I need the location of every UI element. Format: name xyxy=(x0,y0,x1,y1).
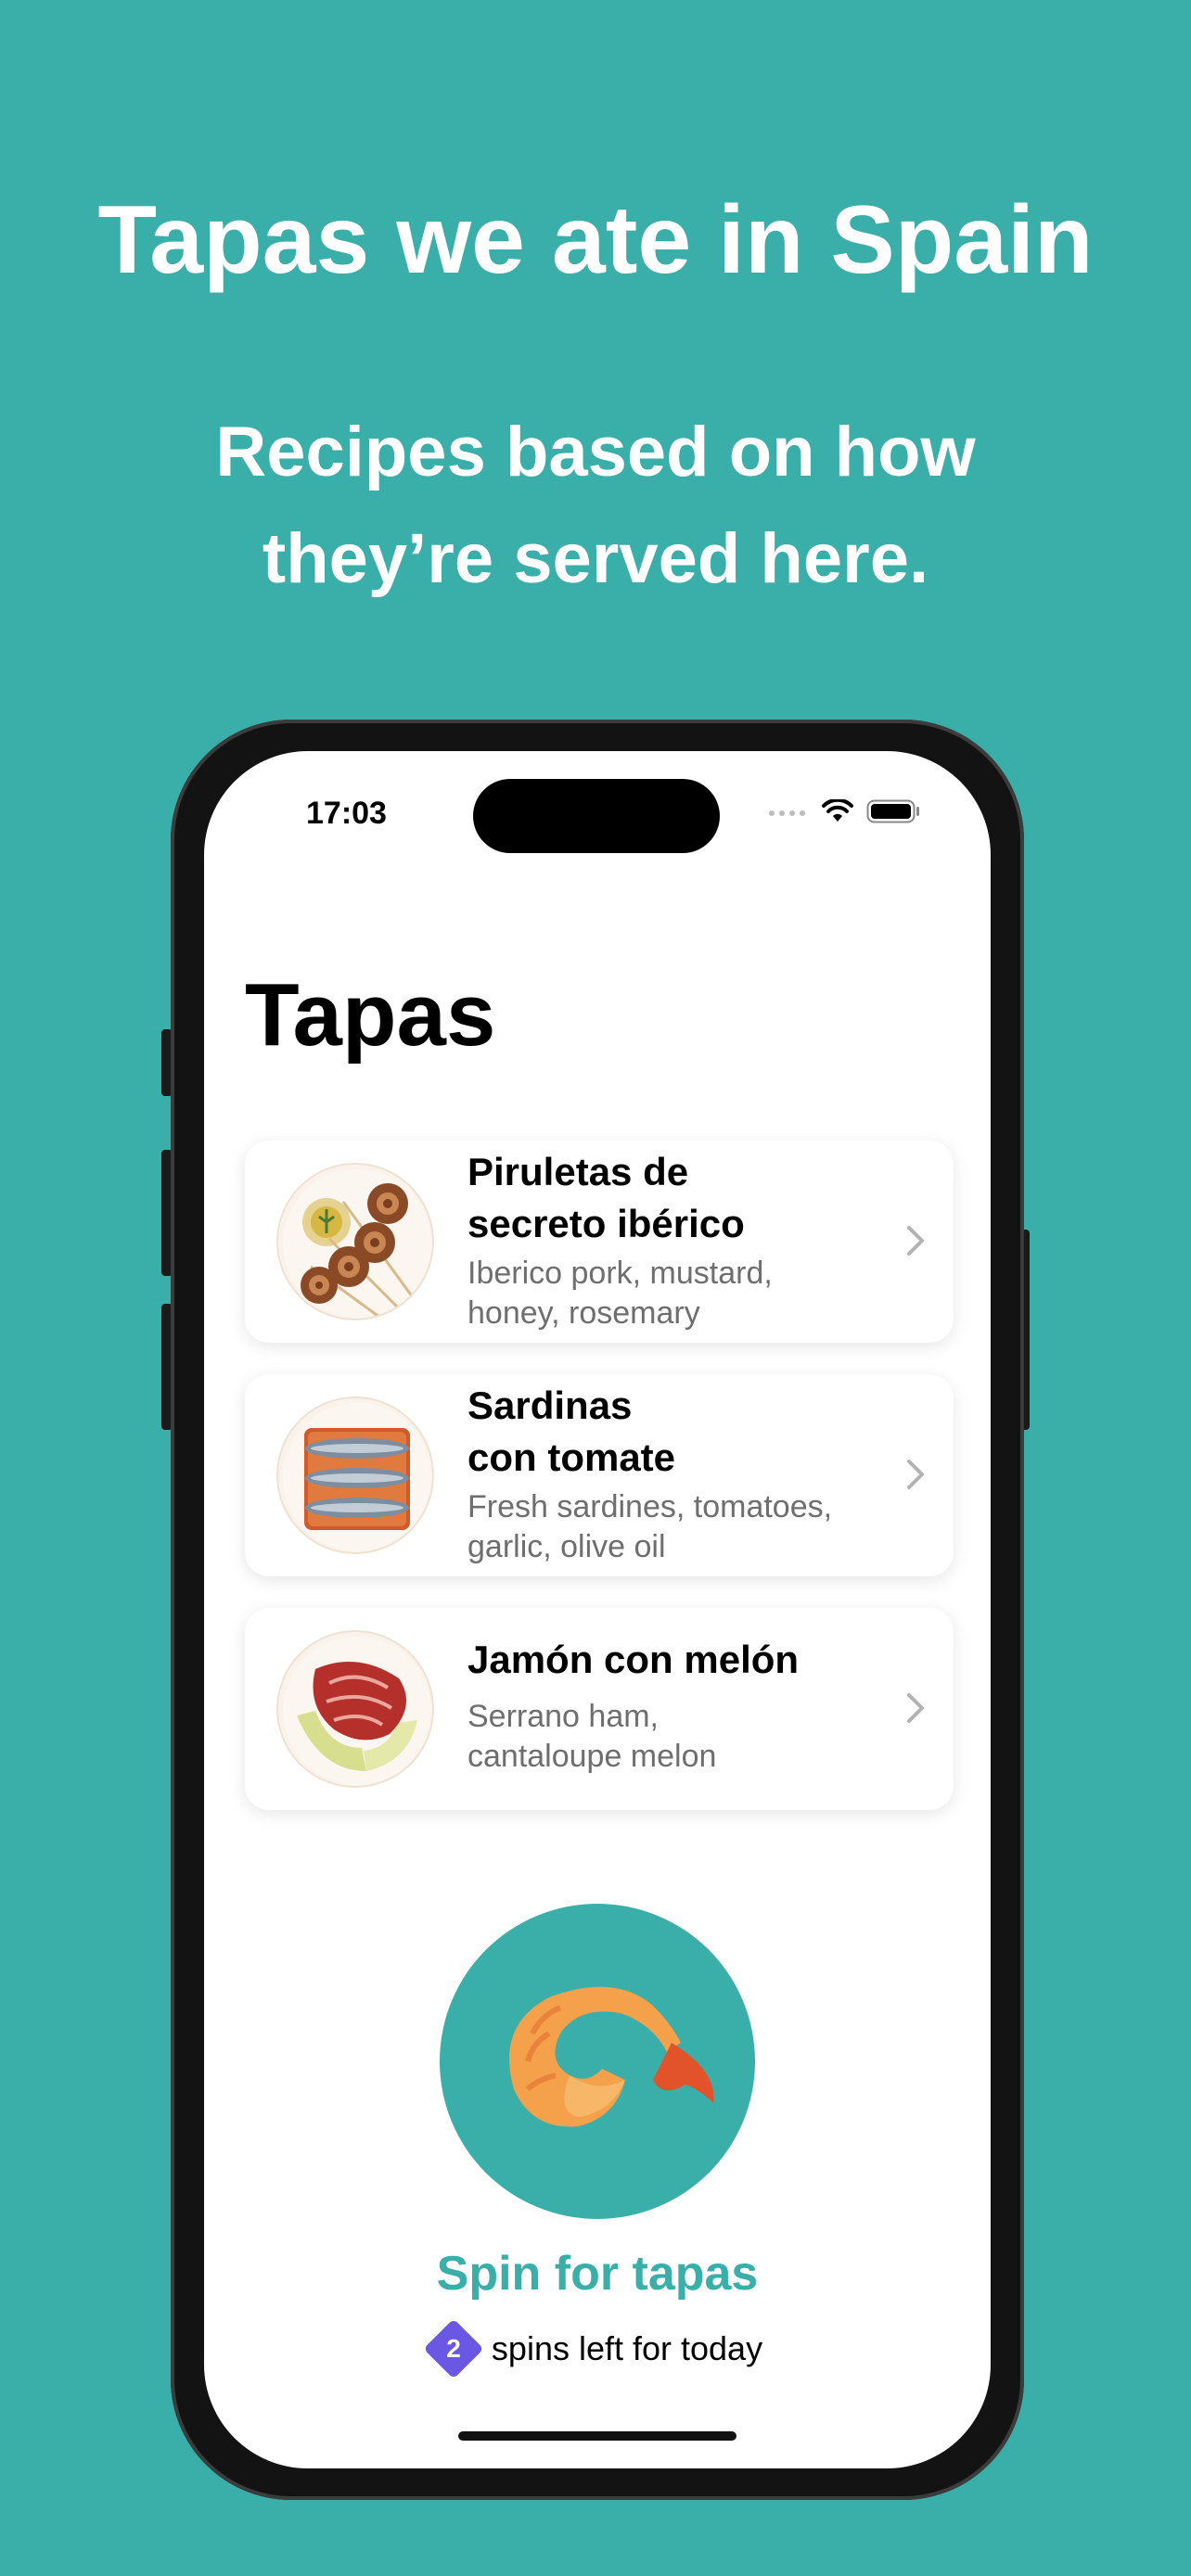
recipe-title: Jamón con melón xyxy=(467,1638,800,1681)
battery-icon xyxy=(866,799,919,823)
spin-count-badge: 2 xyxy=(423,2318,484,2379)
recipe-ingredients-line-1: Fresh sardines, tomatoes, xyxy=(467,1489,833,1524)
recipe-card-sardinas[interactable]: Sardinas con tomate Fresh sardines, toma… xyxy=(245,1374,954,1576)
phone-screen: 17:03 Tapas Piruletas de secreto ibérico… xyxy=(204,751,991,2468)
recipe-ingredients-line-2: garlic, olive oil xyxy=(467,1529,666,1564)
recipe-title-line-1: Sardinas xyxy=(467,1384,633,1427)
home-indicator[interactable] xyxy=(458,2431,736,2441)
promo-subheadline-line-2: they’re served here. xyxy=(262,519,929,598)
pork-skewers-image xyxy=(276,1163,434,1320)
status-icons xyxy=(768,799,920,823)
ham-melon-image xyxy=(276,1630,434,1788)
recipe-title: Sardinas con tomate xyxy=(467,1380,876,1484)
wifi-icon xyxy=(822,799,853,822)
spin-button[interactable] xyxy=(440,1904,755,2219)
recipe-ingredients: Serrano ham, cantaloupe melon xyxy=(467,1697,894,1777)
recipe-title-line-1: Piruletas de xyxy=(467,1150,689,1193)
phone-frame: 17:03 Tapas Piruletas de secreto ibérico… xyxy=(171,720,1024,2500)
sardines-image xyxy=(276,1396,434,1554)
chevron-right-icon xyxy=(907,1226,924,1256)
recipe-card-piruletas[interactable]: Piruletas de secreto ibérico Iberico por… xyxy=(245,1141,954,1343)
recipe-ingredients-line-2: cantaloupe melon xyxy=(467,1739,717,1774)
status-time: 17:03 xyxy=(306,796,387,831)
signal-icon xyxy=(769,810,805,816)
spin-label[interactable]: Spin for tapas xyxy=(204,2246,991,2302)
chevron-right-icon xyxy=(907,1693,924,1723)
shrimp-icon xyxy=(509,1986,714,2127)
recipe-title: Piruletas de secreto ibérico xyxy=(467,1146,876,1250)
recipe-ingredients: Fresh sardines, tomatoes, garlic, olive … xyxy=(467,1487,894,1567)
spins-left-text: spins left for today xyxy=(491,2329,763,2367)
promo-subheadline-line-1: Recipes based on how xyxy=(215,413,976,491)
recipe-ingredients-line-1: Iberico pork, mustard, xyxy=(467,1256,773,1291)
spins-remaining: 2 spins left for today xyxy=(204,2318,991,2379)
dynamic-island xyxy=(473,779,720,853)
recipe-ingredients-line-1: Serrano ham, xyxy=(467,1699,659,1734)
recipe-title-line-2: secreto ibérico xyxy=(467,1202,745,1245)
recipe-card-jamon[interactable]: Jamón con melón Serrano ham, cantaloupe … xyxy=(245,1608,954,1810)
recipe-ingredients: Iberico pork, mustard, honey, rosemary xyxy=(467,1254,894,1333)
recipe-ingredients-line-2: honey, rosemary xyxy=(467,1295,700,1331)
recipe-title-line-2: con tomate xyxy=(467,1435,676,1479)
promo-subheadline: Recipes based on how they’re served here… xyxy=(132,399,1059,612)
spin-count: 2 xyxy=(446,2334,461,2363)
page-title: Tapas xyxy=(245,965,496,1065)
promo-headline: Tapas we ate in Spain xyxy=(97,186,1094,294)
chevron-right-icon xyxy=(907,1460,924,1489)
